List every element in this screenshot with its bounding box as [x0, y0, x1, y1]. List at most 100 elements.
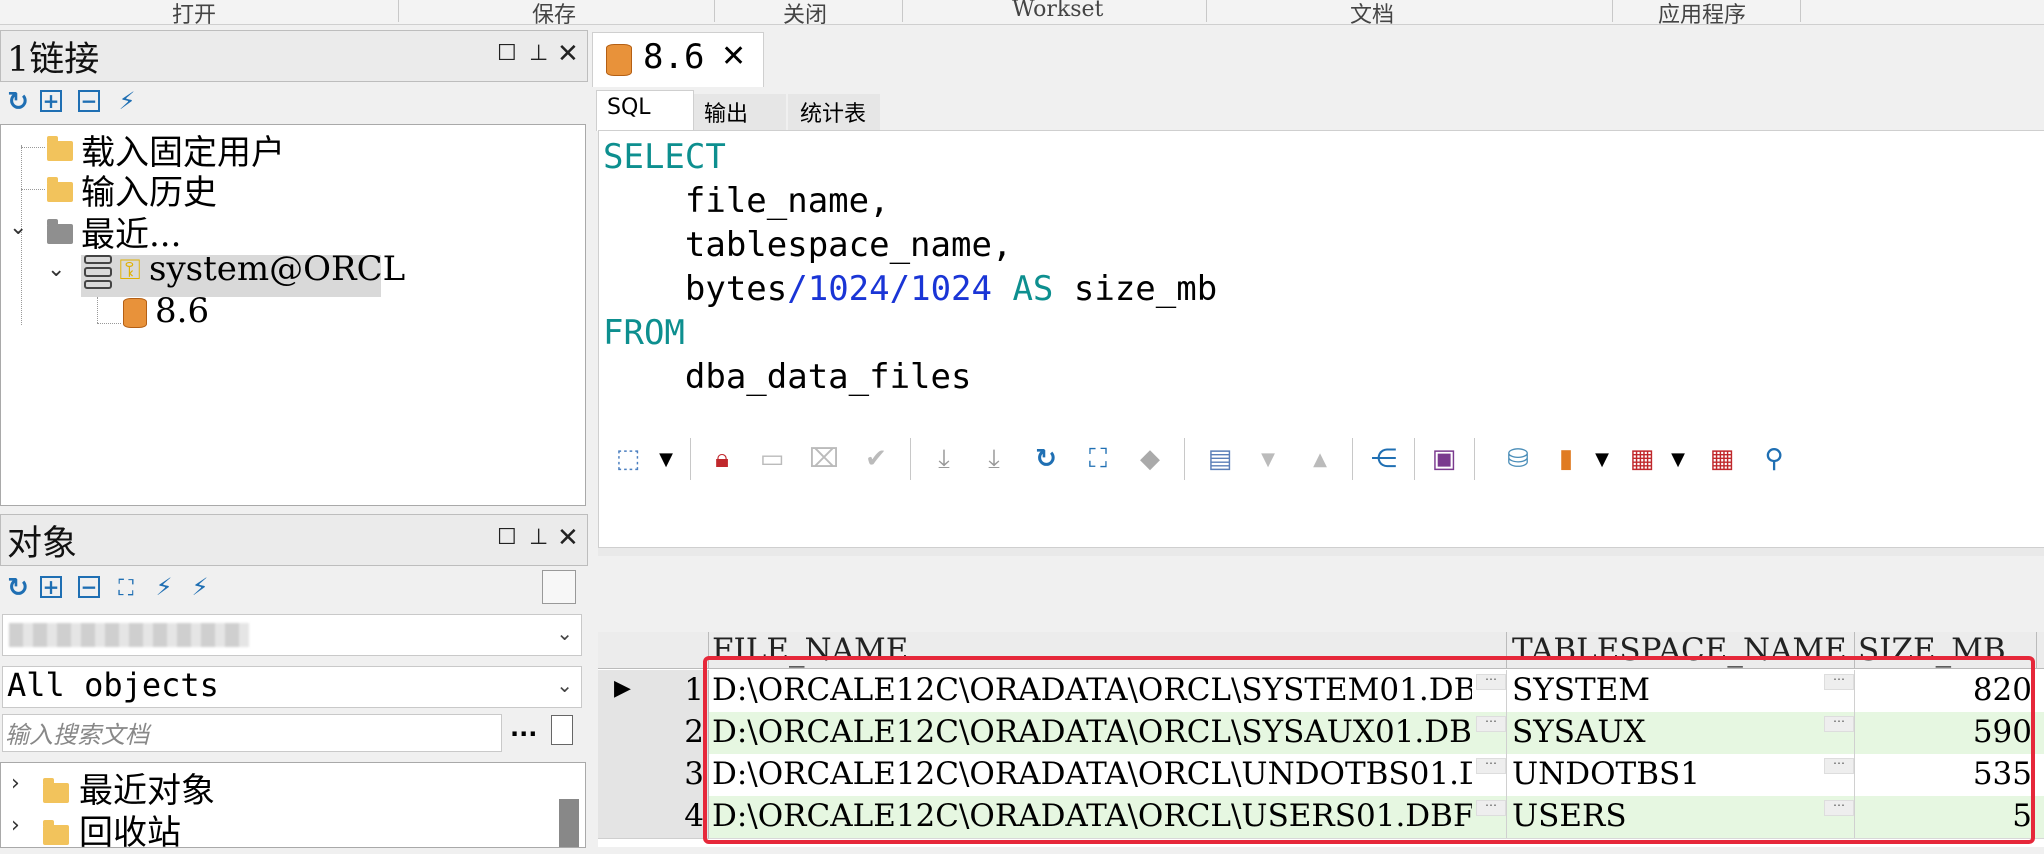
new-document-icon[interactable] — [548, 712, 576, 748]
sort-asc-icon[interactable]: ▲ — [1302, 441, 1338, 477]
chevron-right-icon[interactable]: › — [11, 771, 20, 796]
cell-file-name[interactable]: D:\ORCALE12C\ORADATA\ORCL\UNDOTBS01.DBF — [712, 756, 1472, 792]
filter-icon[interactable]: ⚡ — [150, 572, 178, 602]
column-header-tablespace[interactable]: TABLESPACE_NAME — [1512, 632, 1847, 668]
cell-size-mb[interactable]: 820 — [1860, 672, 2032, 708]
fetch-next-icon[interactable]: ⤓ — [926, 441, 962, 477]
connect-icon[interactable]: ⚡ — [186, 572, 214, 602]
cell-tablespace[interactable]: SYSAUX — [1512, 714, 1842, 750]
cell-tablespace[interactable]: UNDOTBS1 — [1512, 756, 1842, 792]
delete-row-icon[interactable]: ⌧ — [806, 441, 842, 477]
schema-name-redacted — [9, 623, 249, 647]
copy-grid-icon[interactable]: ▦ — [1704, 441, 1740, 477]
sql-editor[interactable]: SELECT file_name, tablespace_name, bytes… — [598, 130, 2044, 548]
cell-tablespace[interactable]: USERS — [1512, 798, 1842, 834]
close-tab-button[interactable]: ✕ — [721, 39, 746, 74]
binoculars-icon[interactable]: ⛶ — [1080, 441, 1116, 477]
sql-file-icon — [123, 297, 147, 329]
chevron-right-icon[interactable]: › — [11, 813, 20, 838]
column-header-file-name[interactable]: FILE_NAME — [712, 632, 908, 668]
chart-icon[interactable]: ▮ — [1548, 441, 1584, 477]
scrollbar-thumb[interactable] — [559, 799, 579, 847]
row-header[interactable]: 2 — [598, 712, 709, 755]
collapse-all-icon[interactable]: − — [78, 89, 100, 113]
select-mode-icon[interactable]: ⬚ — [610, 441, 646, 477]
cell-file-name[interactable]: D:\ORCALE12C\ORADATA\ORCL\USERS01.DBF — [712, 798, 1472, 834]
binoculars-icon[interactable]: ⛶ — [112, 574, 140, 602]
schema-dropdown[interactable]: ⌄ — [2, 614, 582, 656]
connect-icon[interactable]: ⚡ — [112, 86, 142, 116]
close-icon[interactable]: ✕ — [557, 39, 579, 69]
tree-item-script[interactable]: 8.6 — [155, 291, 209, 331]
subtab-sql[interactable]: SQL — [596, 90, 694, 131]
menu-documents[interactable]: 文档 — [1350, 0, 1394, 29]
subtab-statistics[interactable]: 统计表 — [788, 94, 880, 130]
cell-editor-button[interactable]: ⋯ — [1824, 757, 1854, 774]
cell-editor-button[interactable]: ⋯ — [1476, 715, 1506, 732]
menu-workset[interactable]: Workset — [1012, 0, 1103, 22]
expand-all-icon[interactable]: + — [40, 575, 62, 599]
cell-size-mb[interactable]: 590 — [1860, 714, 2032, 750]
maximize-icon[interactable]: ☐ — [497, 41, 517, 66]
row-header[interactable]: 3 — [598, 754, 709, 797]
expand-all-icon[interactable]: + — [40, 89, 62, 113]
close-icon[interactable]: ✕ — [557, 523, 579, 553]
chevron-down-icon[interactable]: ⌄ — [47, 257, 65, 282]
menu-open[interactable]: 打开 — [172, 0, 216, 29]
grid-settings-icon[interactable]: ▦ — [1624, 441, 1660, 477]
editor-tab[interactable]: 8.6 ✕ — [592, 32, 764, 87]
sql-token: bytes — [603, 269, 788, 309]
object-type-dropdown[interactable]: All objects ⌄ — [2, 666, 582, 708]
export-db-icon[interactable]: ⛁ — [1500, 441, 1536, 477]
sort-desc-icon[interactable]: ▼ — [1250, 441, 1286, 477]
lock-icon[interactable]: 🔒︎ — [704, 441, 740, 477]
cell-editor-button[interactable]: ⋯ — [1824, 799, 1854, 816]
chevron-down-icon[interactable]: ▼ — [648, 441, 684, 477]
pin-icon[interactable]: ⊥ — [529, 41, 548, 66]
filter-icon[interactable]: ⚲ — [1756, 441, 1792, 477]
chevron-down-icon[interactable]: ▼ — [1584, 441, 1620, 477]
cell-file-name[interactable]: D:\ORCALE12C\ORADATA\ORCL\SYSTEM01.DBF — [712, 672, 1472, 708]
refresh-icon[interactable]: ↻ — [1028, 441, 1064, 477]
subtab-output[interactable]: 输出 — [694, 94, 786, 130]
post-icon[interactable]: ✔ — [858, 441, 894, 477]
search-options-button[interactable]: ... — [510, 714, 537, 742]
cell-editor-button[interactable]: ⋯ — [1824, 715, 1854, 732]
refresh-icon[interactable]: ↻ — [4, 87, 32, 117]
cell-editor-button[interactable]: ⋯ — [1824, 673, 1854, 690]
chevron-down-icon[interactable]: ⌄ — [9, 215, 27, 240]
refresh-icon[interactable]: ↻ — [4, 573, 32, 603]
column-header-size[interactable]: SIZE_MB — [1858, 632, 2006, 668]
maximize-icon[interactable]: ☐ — [497, 525, 517, 550]
chevron-down-icon[interactable]: ▼ — [1660, 441, 1696, 477]
menu-close[interactable]: 关闭 — [783, 0, 827, 29]
tree-item-connection[interactable]: system@ORCL — [149, 249, 405, 289]
objects-tree: › 最近对象 › 回收站 — [0, 762, 586, 853]
cell-size-mb[interactable]: 5 — [1860, 798, 2032, 834]
cell-tablespace[interactable]: SYSTEM — [1512, 672, 1842, 708]
tree-item-recycle-bin[interactable]: 回收站 — [79, 805, 181, 854]
tree-view-icon[interactable]: ⋲ — [1366, 441, 1402, 477]
pin-icon[interactable]: ⊥ — [529, 525, 548, 550]
collapse-all-icon[interactable]: − — [78, 575, 100, 599]
cell-editor-button[interactable]: ⋯ — [1476, 799, 1506, 816]
insert-row-icon[interactable]: ▭ — [754, 441, 790, 477]
cell-file-name[interactable]: D:\ORCALE12C\ORADATA\ORCL\SYSAUX01.DBF — [712, 714, 1472, 750]
fetch-all-icon[interactable]: ⤓ — [976, 441, 1012, 477]
save-icon[interactable]: ▣ — [1426, 441, 1462, 477]
single-record-icon[interactable]: ▤ — [1202, 441, 1238, 477]
menu-applications[interactable]: 应用程序 — [1658, 0, 1746, 29]
search-input[interactable]: 输入搜索文档 — [2, 714, 502, 752]
connections-panel-title: 1链接 — [7, 40, 100, 80]
row-header[interactable]: 4 — [598, 796, 709, 839]
connections-toolbar: ↻ + − ⚡ — [0, 82, 588, 124]
cell-editor-button[interactable]: ⋯ — [1476, 757, 1506, 774]
splitter[interactable] — [598, 548, 2044, 556]
menu-divider — [1206, 0, 1207, 22]
cell-size-mb[interactable]: 535 — [1860, 756, 2032, 792]
eraser-icon[interactable]: ◆ — [1132, 441, 1168, 477]
view-toggle-button[interactable] — [542, 570, 576, 604]
row-header[interactable]: 1 ▶ — [598, 670, 709, 713]
menu-save[interactable]: 保存 — [532, 0, 576, 29]
cell-editor-button[interactable]: ⋯ — [1476, 673, 1506, 690]
